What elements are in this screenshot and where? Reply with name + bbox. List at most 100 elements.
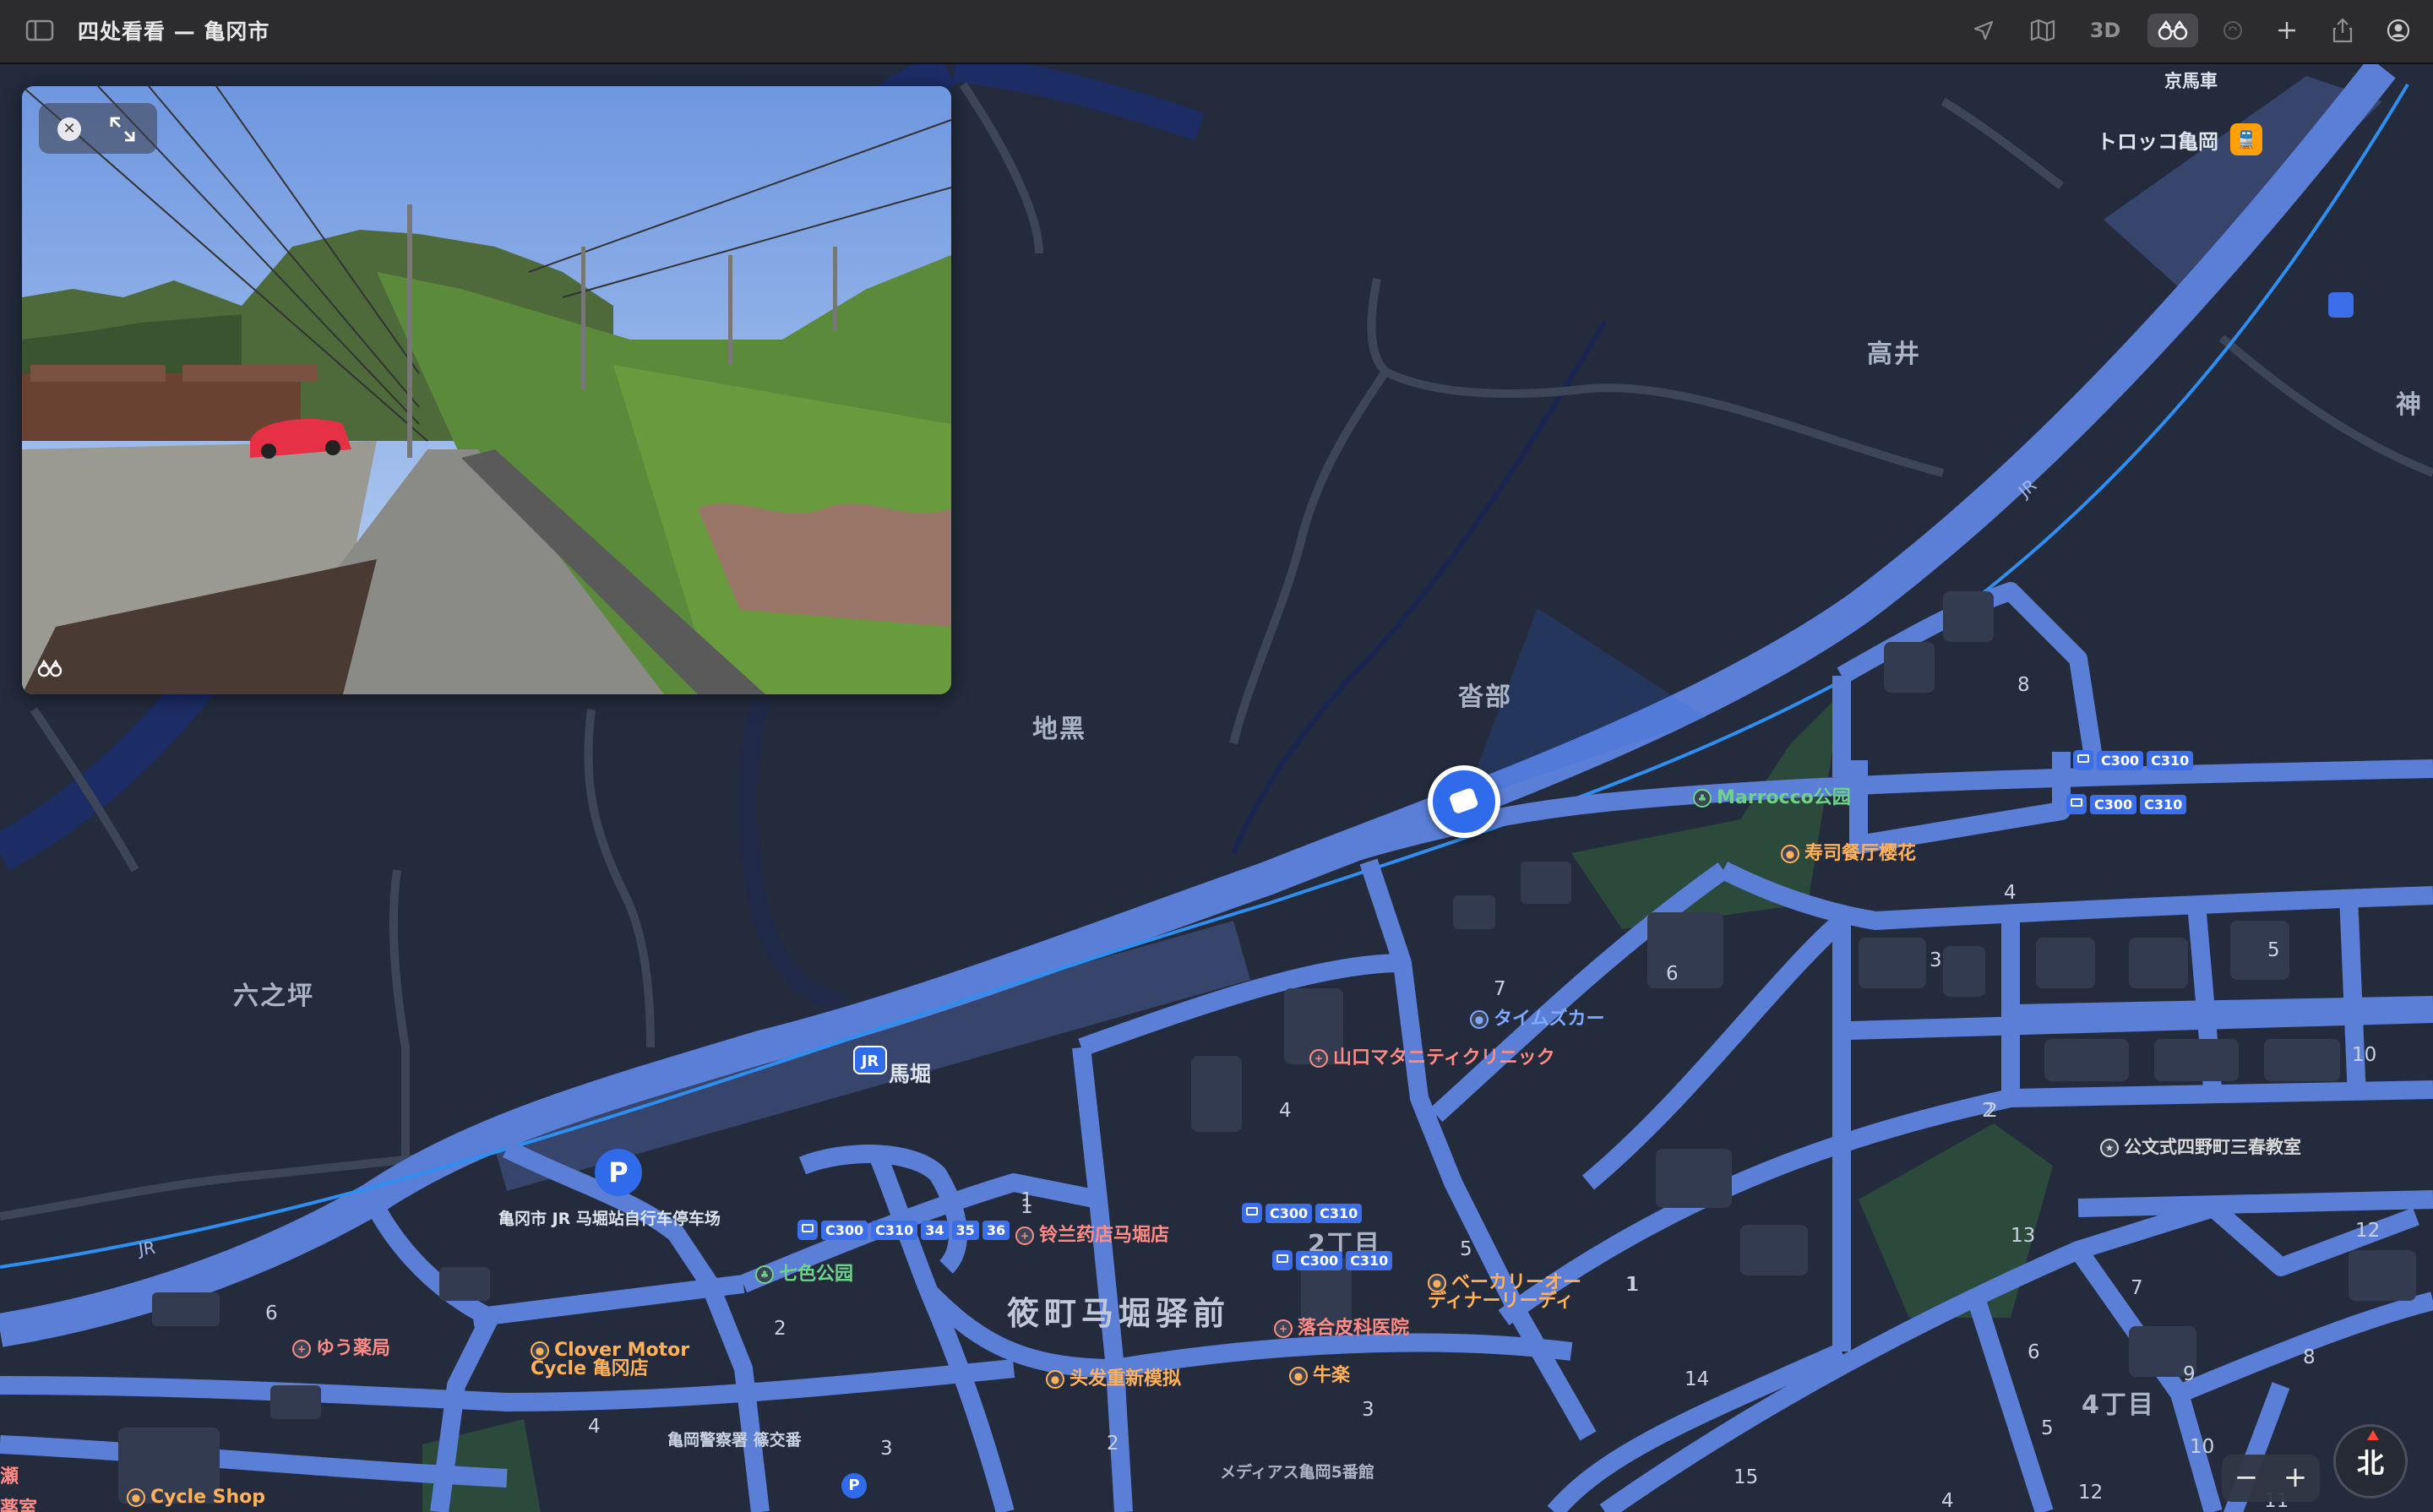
poi-pharmacy[interactable]: + 铃兰药店马堀店 [1015, 1220, 1169, 1247]
food-icon: ● [1289, 1367, 1308, 1385]
share-icon[interactable] [2328, 14, 2357, 47]
poi-bakery[interactable]: ● ベーカリーオー ディナーリーディ [1428, 1274, 1581, 1311]
poi-shop[interactable]: ● Clover Motor Cycle 亀冈店 [531, 1341, 689, 1379]
close-icon[interactable]: ✕ [57, 117, 81, 141]
block-number: 1 [1625, 1274, 1638, 1296]
block-number: 14 [1685, 1368, 1710, 1390]
salon-icon: ● [1046, 1370, 1064, 1389]
bus-stop[interactable]: C300 C310 [2073, 750, 2194, 770]
location-arrow-icon[interactable] [1968, 14, 1999, 47]
toolbar: 四处看看 — 亀冈市 3D [0, 0, 2433, 64]
block-number: 7 [2131, 1277, 2143, 1299]
block-number: 8 [2303, 1346, 2316, 1368]
block-number: 3 [880, 1438, 893, 1460]
window-title: 四处看看 — 亀冈市 [78, 19, 270, 44]
car-icon: ● [1470, 1010, 1489, 1029]
poi-building[interactable]: メディアス亀岡5番館 [1220, 1460, 1374, 1482]
block-number: 8 [2017, 674, 2030, 696]
look-around-controls: ✕ [39, 103, 157, 154]
area-label: 筱町马堀驿前 [1007, 1295, 1231, 1332]
poi-pharmacy[interactable]: + ゆう薬局 [292, 1333, 390, 1360]
poi-clinic[interactable]: + 山口マタニティクリニック [1309, 1042, 1555, 1069]
poi-park[interactable]: ♣ 七色公园 [755, 1259, 853, 1286]
3d-toggle-button[interactable]: 3D [2087, 14, 2124, 47]
bus-icon [797, 1220, 818, 1240]
location-marker-icon[interactable] [1428, 765, 1500, 838]
poi-park[interactable]: ♣ Marrocco公园 [1693, 782, 1851, 809]
poi-school[interactable]: ★ 公文式四野町三春教室 [2100, 1134, 2301, 1159]
bus-stop[interactable]: C300 C310 [2066, 794, 2187, 814]
train-icon[interactable]: 🚆 [2230, 123, 2262, 155]
bus-stop[interactable]: C300 C310 [1242, 1203, 1363, 1223]
park-icon: ♣ [1693, 789, 1712, 808]
add-icon[interactable] [2272, 14, 2301, 47]
bus-icon [1272, 1250, 1293, 1270]
sidebar-toggle-icon[interactable] [25, 19, 54, 42]
block-number: 10 [2352, 1044, 2377, 1066]
pharmacy-icon: + [1015, 1226, 1034, 1245]
block-number: 1 [1021, 1196, 1033, 1218]
poi-clinic[interactable]: + 落合皮科医院 [1274, 1313, 1409, 1340]
poi-restaurant[interactable]: ● 寿司餐厅樱花 [1781, 838, 1916, 865]
zoom-in-button[interactable]: + [2271, 1455, 2320, 1502]
parking-icon[interactable]: P [841, 1473, 867, 1498]
block-number: 12 [2355, 1220, 2381, 1242]
area-label: 六之坪 [233, 982, 314, 1011]
railway-label: JR [137, 1237, 157, 1260]
bus-stop[interactable]: C300 C310 [1272, 1250, 1393, 1270]
block-number: 5 [2041, 1417, 2054, 1439]
block-number: 2 [1982, 1100, 1995, 1122]
compass-north-indicator [2367, 1430, 2379, 1440]
block-number: 5 [2267, 939, 2280, 961]
map-mode-icon[interactable] [2028, 14, 2058, 47]
bicycle-icon: ● [127, 1488, 145, 1507]
pharmacy-icon: + [292, 1340, 311, 1358]
traffic-icon[interactable] [2218, 14, 2247, 47]
bicycle-icon: ● [531, 1341, 549, 1360]
block-number: 5 [1460, 1238, 1472, 1260]
parking-icon[interactable]: P [595, 1149, 642, 1196]
zoom-out-button[interactable]: − [2222, 1455, 2271, 1502]
poi-salon[interactable]: ● 头发重新模拟 [1046, 1363, 1181, 1390]
block-number: 7 [1494, 978, 1506, 1000]
block-number: 6 [2028, 1341, 2040, 1363]
station-label[interactable]: 京馬車 [2164, 68, 2218, 93]
block-number: 3 [1930, 949, 1942, 971]
block-number: 3 [1362, 1399, 1374, 1421]
poi-restaurant[interactable]: ● 牛楽 [1289, 1360, 1350, 1387]
block-number: 4 [2004, 882, 2017, 904]
street-view-image [22, 86, 951, 694]
park-east [1859, 1123, 2053, 1318]
poi-car-share[interactable]: ● タイムズカー [1470, 1003, 1605, 1031]
jr-logo-icon[interactable]: JR [853, 1046, 887, 1074]
poi-edge[interactable]: 瀬 [0, 1461, 19, 1488]
poi-police[interactable]: 亀岡警察署 篠交番 [667, 1428, 802, 1450]
compass-button[interactable]: 北 [2333, 1424, 2408, 1498]
account-icon[interactable] [2384, 14, 2413, 47]
block-number: 2 [1107, 1433, 1119, 1455]
block-number: 13 [2011, 1225, 2036, 1247]
medical-icon: + [1274, 1319, 1293, 1338]
block-number: 15 [1734, 1466, 1759, 1488]
station-label[interactable]: トロッコ亀岡 [2097, 125, 2218, 155]
look-around-panel[interactable]: ✕ [22, 86, 951, 694]
area-label: 沓部 [1458, 683, 1512, 712]
bus-stop-icon[interactable] [2328, 292, 2354, 318]
area-label: 4丁目 [2082, 1390, 2155, 1420]
block-number: 9 [2183, 1363, 2196, 1385]
block-number: 6 [265, 1303, 278, 1324]
poi-shop[interactable]: ● Cycle Shop [127, 1487, 265, 1508]
look-around-icon[interactable] [2147, 14, 2198, 47]
bus-icon [2066, 794, 2087, 814]
bus-stop[interactable]: C300 C310 34 35 36 [797, 1220, 1010, 1240]
area-label: 神 [2396, 390, 2423, 420]
block-number: 4 [1941, 1490, 1954, 1512]
binoculars-icon[interactable] [37, 659, 63, 683]
parking-label[interactable]: 亀冈市 JR 马堀站自行车停车场 [498, 1206, 721, 1229]
expand-icon[interactable] [108, 115, 137, 144]
area-label: 地黑 [1032, 715, 1086, 744]
station-label[interactable]: 馬堀 [889, 1058, 931, 1088]
stream [738, 698, 847, 1014]
poi-edge[interactable]: 薬室 [0, 1493, 37, 1512]
block-number: 6 [1666, 963, 1679, 985]
